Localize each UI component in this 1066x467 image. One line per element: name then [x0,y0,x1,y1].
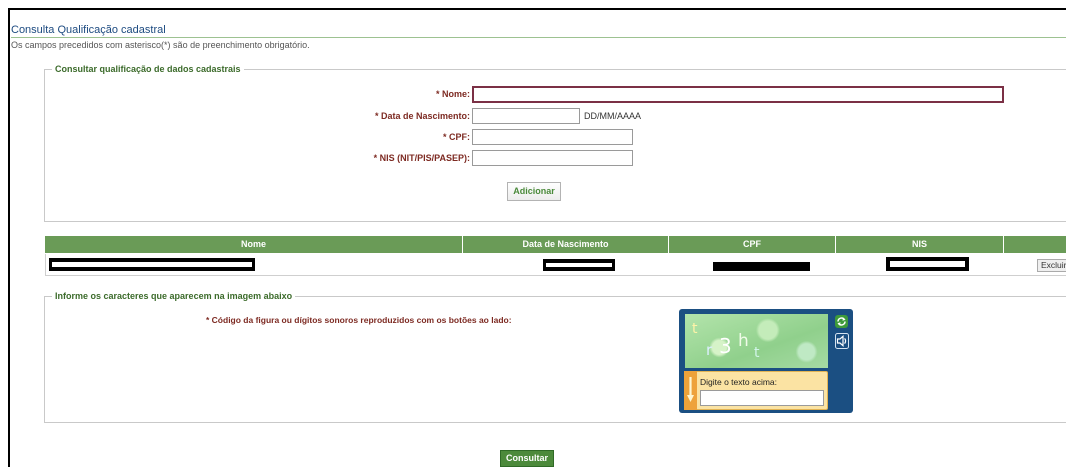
nome-input[interactable] [472,86,1004,103]
table-header: Nome Data de Nascimento CPF NIS [45,236,1066,253]
captcha-fieldset-legend: Informe os caracteres que aparecem na im… [52,291,296,302]
birth-date-input[interactable] [472,108,580,124]
frame-border-top [8,8,1066,10]
column-header-data-nascimento: Data de Nascimento [463,236,669,253]
nis-label: * NIS (NIT/PIS/PASEP): [373,153,470,163]
add-button[interactable]: Adicionar [507,182,561,201]
title-divider [11,37,1066,38]
page: Consulta Qualificação cadastral Os campo… [0,0,1066,467]
captcha-fieldset [44,296,1066,423]
captcha-input-label: Digite o texto acima: [700,377,778,387]
captcha-char: r [706,341,713,359]
cpf-label: * CPF: [443,132,470,142]
column-header-nis: NIS [836,236,1004,253]
redaction-bar-nome [49,258,255,271]
redaction-bar-nis [886,257,969,271]
captcha-char: t [692,321,698,337]
speaker-icon[interactable] [835,333,849,349]
column-header-actions [1004,236,1066,253]
captcha-instruction-label: * Código da figura ou dígitos sonoros re… [206,315,512,325]
refresh-icon[interactable] [835,315,848,328]
required-fields-notice: Os campos precedidos com asterisco(*) sã… [11,40,310,50]
captcha-char: t [754,345,760,361]
delete-row-button[interactable]: Excluir [1037,259,1066,272]
captcha-char: 3 [719,334,732,358]
redaction-bar-cpf [713,262,810,271]
arrow-down-icon [684,371,697,410]
frame-border-left [8,8,10,467]
column-header-cpf: CPF [669,236,836,253]
birth-date-label: * Data de Nascimento: [374,111,470,121]
cpf-input[interactable] [472,129,633,145]
redaction-bar-data-nascimento [543,259,615,271]
nis-input[interactable] [472,150,633,166]
submit-button[interactable]: Consultar [500,450,554,467]
birth-date-format-hint: DD/MM/AAAA [584,111,642,121]
captcha-char: h [738,331,749,351]
column-header-nome: Nome [45,236,463,253]
search-fieldset-legend: Consultar qualificação de dados cadastra… [52,64,244,75]
captcha-input[interactable] [700,390,824,406]
page-title: Consulta Qualificação cadastral [11,24,166,36]
nome-label: * Nome: [435,89,470,99]
